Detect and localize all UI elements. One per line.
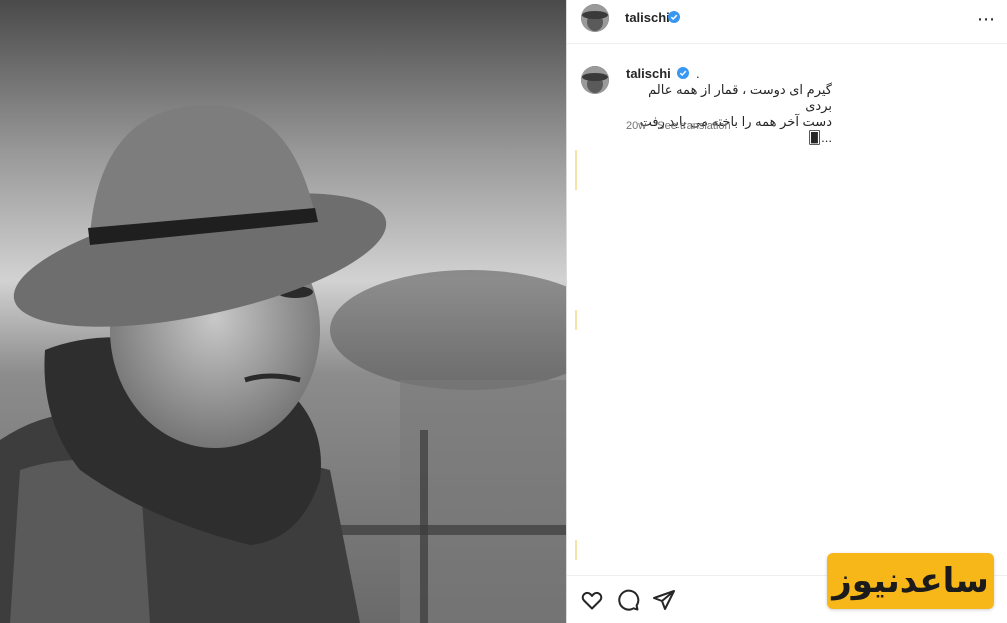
site-watermark-logo: ساعدنیوز	[827, 553, 994, 609]
caption: talischi . گیرم ای دوست ، قمار از همه عا…	[626, 66, 996, 146]
more-options-icon[interactable]: ⋯	[975, 8, 997, 30]
see-translation-link[interactable]: See translation	[657, 120, 730, 132]
edge-mark	[575, 150, 577, 190]
post-header: talischi ⋯	[567, 0, 1007, 44]
caption-username[interactable]: talischi	[626, 66, 671, 81]
post-age[interactable]: 20w	[626, 120, 646, 132]
edge-mark	[575, 310, 577, 330]
portrait-image	[0, 0, 566, 623]
caption-dot: .	[696, 66, 700, 81]
verified-badge-icon	[677, 67, 690, 79]
edge-mark	[575, 540, 577, 560]
watermark-text: ساعدنیوز	[832, 562, 989, 600]
caption-avatar[interactable]	[581, 66, 609, 94]
avatar[interactable]	[581, 4, 609, 32]
comment-icon[interactable]	[616, 588, 640, 612]
share-icon[interactable]	[652, 588, 676, 612]
header-username[interactable]: talischi	[625, 10, 670, 25]
post-meta: 20w See translation	[626, 120, 739, 132]
post-photo[interactable]	[0, 0, 566, 623]
avatar-image	[581, 4, 609, 32]
caption-line-1: گیرم ای دوست ، قمار از همه عالم بردی	[648, 82, 832, 113]
heart-icon[interactable]	[580, 588, 604, 612]
verified-badge-icon	[668, 11, 680, 23]
avatar-image	[581, 66, 609, 94]
post-side-panel: talischi ⋯ talischi . گیرم ای دوست ، قما…	[566, 0, 1007, 623]
